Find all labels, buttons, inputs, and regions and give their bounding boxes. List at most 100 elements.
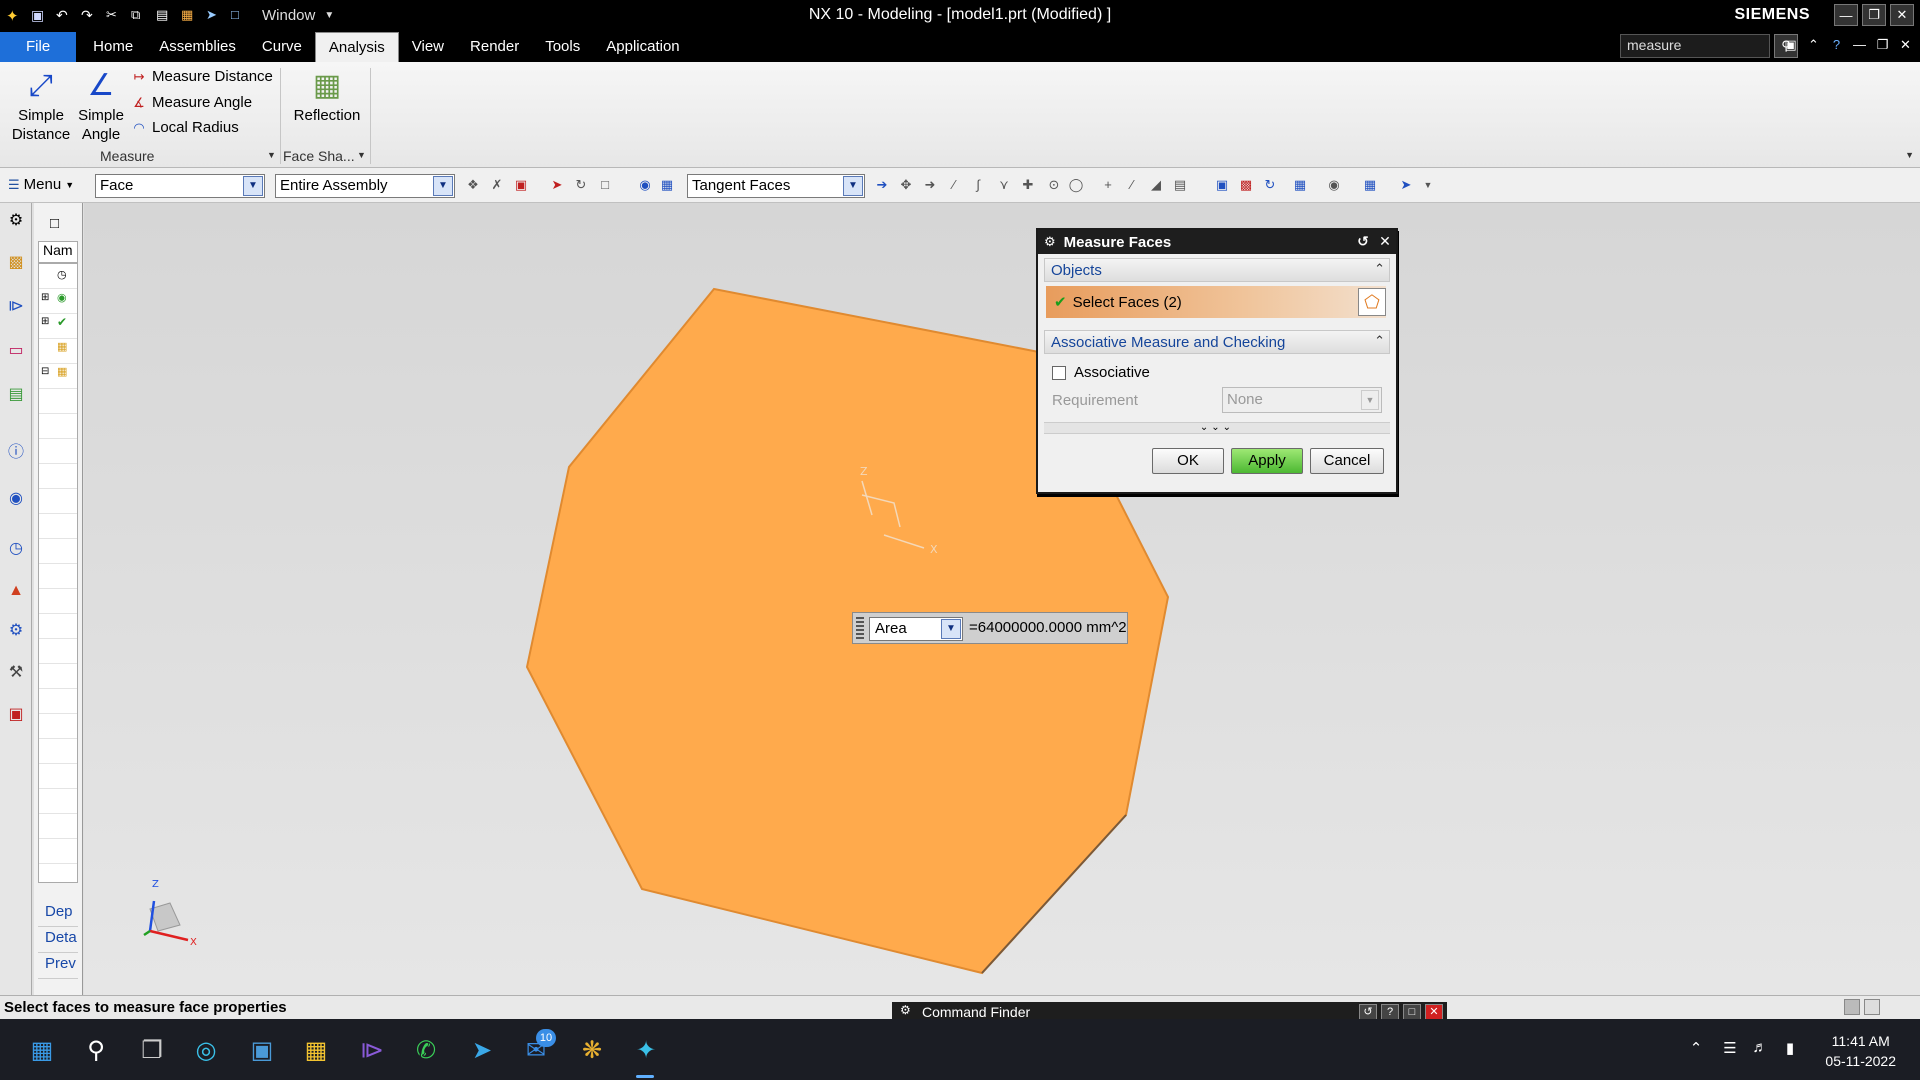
whatsapp-icon[interactable]: ✆ xyxy=(410,1035,442,1067)
associative-checkbox[interactable] xyxy=(1052,365,1066,380)
edge-browser-icon[interactable]: ◎ xyxy=(190,1035,222,1067)
snap-point-icon[interactable]: ✥ xyxy=(898,177,914,193)
measure-distance-button[interactable]: ↦ Measure Distance xyxy=(132,68,273,85)
wifi-icon[interactable]: ☰ xyxy=(1718,1039,1742,1061)
web-browser-icon[interactable]: ◉ xyxy=(4,487,28,511)
intersection-icon[interactable]: ✚ xyxy=(1020,177,1036,193)
window-menu-chevron-icon[interactable]: ▼ xyxy=(324,10,334,21)
cancel-button[interactable]: Cancel xyxy=(1310,448,1384,474)
select-by-type-icon[interactable]: ▣ xyxy=(513,177,529,193)
midpoint-snap-icon[interactable]: ∫ xyxy=(970,177,986,193)
status-layout-icon[interactable] xyxy=(1844,999,1860,1015)
part-navigator-icon[interactable]: ▩ xyxy=(4,251,28,275)
reflection-button[interactable]: ▦ Reflection xyxy=(286,66,368,125)
measure-angle-button[interactable]: ∡ Measure Angle xyxy=(132,94,252,111)
control-point-icon[interactable]: ⋎ xyxy=(996,177,1012,193)
system-materials-icon[interactable]: ▲ xyxy=(4,579,28,603)
repeat-icon[interactable]: ➤ xyxy=(206,7,222,23)
battery-icon[interactable]: ▮ xyxy=(1778,1039,1802,1061)
redo-icon[interactable]: ↷ xyxy=(81,7,97,23)
view-options-icon[interactable]: ➤ xyxy=(1398,177,1414,193)
select-body-icon[interactable]: ◉ xyxy=(637,177,653,193)
paste-icon[interactable]: ▤ xyxy=(156,7,172,23)
lasso-icon[interactable]: ↻ xyxy=(573,177,589,193)
save-icon[interactable]: ▣ xyxy=(31,7,47,23)
tab-curve[interactable]: Curve xyxy=(249,32,315,62)
minimize-button[interactable]: — xyxy=(1834,4,1858,26)
tab-tools[interactable]: Tools xyxy=(532,32,593,62)
existing-point-icon[interactable]: + xyxy=(1100,177,1116,193)
navigator-window-icon[interactable]: □ xyxy=(50,215,59,232)
collapse-chevron-icon[interactable]: ⌃ xyxy=(1374,261,1385,277)
command-finder-reset-icon[interactable]: ↺ xyxy=(1359,1004,1377,1020)
select-point-icon[interactable]: ➤ xyxy=(549,177,565,193)
task-view-icon[interactable]: ❐ xyxy=(136,1035,168,1067)
dialog-close-icon[interactable]: ✕ xyxy=(1376,232,1394,250)
manufacturing-wizards-icon[interactable]: ⚒ xyxy=(4,661,28,685)
collapse-chevron-icon[interactable]: ⌃ xyxy=(1374,333,1385,349)
doc-minimize-icon[interactable]: — xyxy=(1851,36,1868,53)
show-hidden-icons-chevron-icon[interactable]: ⌃ xyxy=(1684,1039,1708,1061)
select-faces-row[interactable]: ✔ Select Faces (2) xyxy=(1046,286,1386,318)
objects-section-header[interactable]: Objects ⌃ xyxy=(1044,258,1390,282)
file-explorer-icon[interactable]: ▦ xyxy=(300,1035,332,1067)
cut-icon[interactable]: ✂ xyxy=(106,7,122,23)
roles-icon[interactable]: ▣ xyxy=(4,703,28,727)
collapse-icon[interactable]: ⊟ xyxy=(41,366,49,377)
restore-button[interactable]: ❐ xyxy=(1862,4,1886,26)
chevron-down-icon[interactable]: ▼ xyxy=(1420,177,1436,193)
quadrant-icon[interactable]: ◯ xyxy=(1068,177,1084,193)
rotate-icon[interactable]: ↻ xyxy=(1262,177,1278,193)
endpoint-snap-icon[interactable]: ∕ xyxy=(946,177,962,193)
command-finder-gear-icon[interactable]: ⚙ xyxy=(900,1003,911,1017)
ribbon-options-icon[interactable]: ▼ xyxy=(1905,150,1914,160)
menu-button[interactable]: ☰ Menu ▼ xyxy=(8,176,74,193)
photos-icon[interactable]: ▣ xyxy=(246,1035,278,1067)
show-hide-icon[interactable]: ▦ xyxy=(1362,177,1378,193)
deselect-icon[interactable]: ✗ xyxy=(489,177,505,193)
collapse-ribbon-icon[interactable]: ⌃ xyxy=(1805,36,1822,53)
expand-icon[interactable]: ⊞ xyxy=(41,292,49,303)
face-rule-dropdown[interactable]: Tangent Faces ▼ xyxy=(687,174,865,198)
full-screen-icon[interactable]: ▣ xyxy=(1782,36,1799,53)
close-button[interactable]: ✕ xyxy=(1890,4,1914,26)
visual-studio-icon[interactable]: ⧐ xyxy=(356,1035,388,1067)
telegram-icon[interactable]: ➤ xyxy=(466,1035,498,1067)
selection-scope-dropdown[interactable]: Entire Assembly ▼ xyxy=(275,174,455,198)
command-search-input[interactable]: measure xyxy=(1620,34,1770,58)
dialog-settings-gear-icon[interactable]: ⚙ xyxy=(1044,234,1056,250)
arrow-right-icon[interactable]: ➔ xyxy=(874,177,890,193)
tab-render[interactable]: Render xyxy=(457,32,532,62)
command-finder-restore-icon[interactable]: □ xyxy=(1403,1004,1421,1020)
point-on-curve-icon[interactable]: ∕ xyxy=(1124,177,1140,193)
face-selection-cube-icon[interactable]: ⬠ xyxy=(1358,288,1386,316)
command-finder-close-icon[interactable]: ✕ xyxy=(1425,1004,1443,1020)
doc-close-icon[interactable]: ✕ xyxy=(1897,36,1914,53)
help-icon[interactable]: ? xyxy=(1828,36,1845,53)
window-menu[interactable]: Window xyxy=(262,7,315,24)
system-clock[interactable]: 11:41 AM 05-11-2022 xyxy=(1825,1031,1896,1071)
line-snap-icon[interactable]: ➜ xyxy=(922,177,938,193)
status-window-icon[interactable] xyxy=(1864,999,1880,1015)
reset-icon[interactable]: ↺ xyxy=(1354,232,1372,250)
navigator-tree[interactable]: ◷ ⊞ ◉ ⊞ ✔ ▦ ⊟ ▦ xyxy=(38,263,78,883)
measure-type-dropdown[interactable]: Area ▼ xyxy=(869,617,963,641)
assembly-navigator-icon[interactable]: ⧐ xyxy=(4,295,28,319)
tab-file[interactable]: File xyxy=(0,32,77,62)
tab-home[interactable]: Home xyxy=(80,32,146,62)
simple-angle-button[interactable]: ∠ Simple Angle xyxy=(74,66,128,144)
volume-icon[interactable]: ♬ xyxy=(1748,1039,1772,1061)
simple-distance-button[interactable]: ⤢ Simple Distance xyxy=(8,66,74,144)
associative-option[interactable]: Associative xyxy=(1052,364,1150,381)
ok-button[interactable]: OK xyxy=(1152,448,1224,474)
nx-app-icon[interactable]: ✦ xyxy=(630,1035,662,1067)
details-panel[interactable]: Deta xyxy=(38,929,78,953)
point-on-face-icon[interactable]: ◢ xyxy=(1148,177,1164,193)
undo-icon[interactable]: ↶ xyxy=(56,7,72,23)
face-shape-group-dropdown-icon[interactable]: ▼ xyxy=(357,150,366,160)
tab-view[interactable]: View xyxy=(399,32,457,62)
reuse-library-icon[interactable]: ▤ xyxy=(4,383,28,407)
drag-handle-icon[interactable] xyxy=(856,617,864,641)
process-studio-icon[interactable]: ⚙ xyxy=(4,619,28,643)
history-icon[interactable]: ◷ xyxy=(4,537,28,561)
